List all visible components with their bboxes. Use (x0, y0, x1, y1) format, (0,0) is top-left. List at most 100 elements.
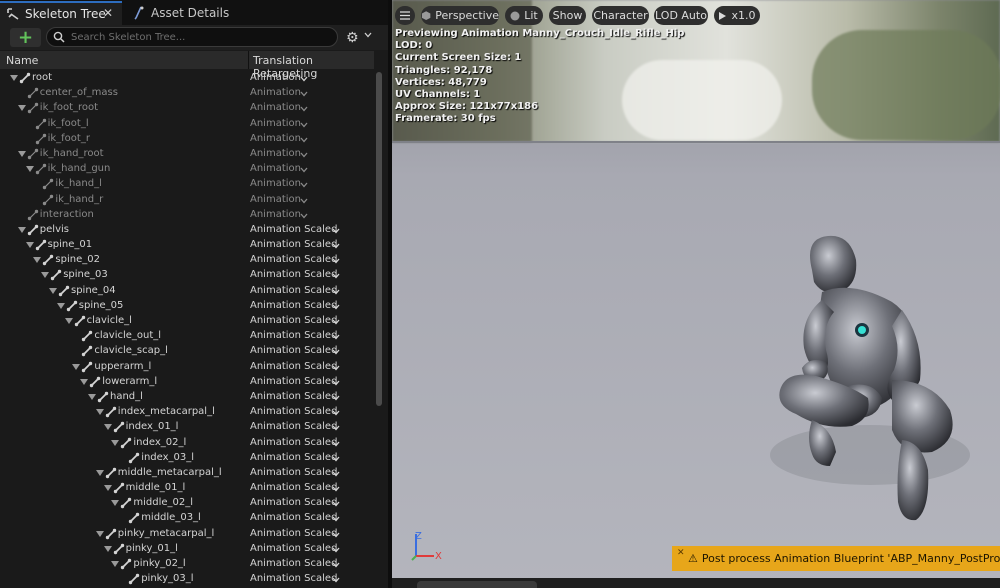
retargeting-dropdown[interactable]: Animation Scaled (250, 437, 337, 448)
chevron-down-icon[interactable] (300, 167, 308, 173)
chevron-down-icon[interactable] (300, 213, 308, 219)
add-button[interactable]: + (10, 28, 41, 47)
column-name-header[interactable]: Name (6, 54, 38, 67)
retargeting-dropdown[interactable]: Animation Scaled (250, 254, 337, 265)
tree-row[interactable]: pelvis Animation Scaled (0, 223, 374, 238)
playback-speed-button[interactable]: x1.0 (714, 6, 760, 25)
tree-row[interactable]: ik_foot_root Animation (0, 101, 374, 116)
column-divider[interactable] (248, 51, 249, 69)
expand-arrow-icon[interactable] (72, 363, 81, 370)
viewport[interactable]: Perspective Lit Show Character LOD Auto … (392, 0, 1000, 588)
chevron-down-icon[interactable] (332, 516, 340, 522)
chevron-down-icon[interactable] (300, 152, 308, 158)
expand-arrow-icon[interactable] (25, 166, 34, 173)
retargeting-dropdown[interactable]: Animation Scaled (250, 269, 337, 280)
retargeting-dropdown[interactable]: Animation (250, 72, 301, 83)
tree-row[interactable]: index_03_l Animation Scaled (0, 451, 374, 466)
tree-row[interactable]: middle_03_l Animation Scaled (0, 511, 374, 526)
expand-arrow-icon[interactable] (64, 318, 73, 324)
chevron-down-icon[interactable] (332, 471, 340, 477)
chevron-down-icon[interactable] (332, 425, 340, 431)
retargeting-dropdown[interactable]: Animation (250, 209, 301, 220)
expand-arrow-icon[interactable] (80, 378, 89, 385)
close-icon[interactable]: ✕ (677, 548, 685, 558)
chevron-down-icon[interactable] (332, 456, 340, 462)
tree-row[interactable]: middle_01_l Animation Scaled (0, 481, 374, 496)
retargeting-dropdown[interactable]: Animation (250, 178, 301, 189)
tree-row[interactable]: interaction Animation (0, 208, 374, 223)
tree-row[interactable]: clavicle_scap_l Animation Scaled (0, 344, 374, 359)
retargeting-dropdown[interactable]: Animation Scaled (250, 391, 337, 402)
tree-row[interactable]: spine_02 Animation Scaled (0, 253, 374, 268)
chevron-down-icon[interactable] (332, 486, 340, 492)
tree-row[interactable]: clavicle_l Animation Scaled (0, 314, 374, 329)
search-box[interactable] (46, 27, 338, 47)
tree-row[interactable]: center_of_mass Animation (0, 86, 374, 101)
expand-arrow-icon[interactable] (33, 257, 42, 264)
expand-arrow-icon[interactable] (10, 75, 18, 81)
chevron-down-icon[interactable] (300, 198, 308, 204)
scrollbar[interactable] (376, 72, 382, 406)
lod-button[interactable]: LOD Auto (654, 6, 708, 25)
retargeting-dropdown[interactable]: Animation Scaled (250, 467, 337, 478)
chevron-down-icon[interactable] (300, 106, 308, 112)
tree-row[interactable]: spine_04 Animation Scaled (0, 284, 374, 299)
chevron-down-icon[interactable] (364, 32, 372, 38)
retargeting-dropdown[interactable]: Animation Scaled (250, 285, 337, 296)
expand-arrow-icon[interactable] (25, 242, 34, 249)
tree-row[interactable]: pinky_01_l Animation Scaled (0, 542, 374, 557)
chevron-down-icon[interactable] (332, 380, 340, 386)
tree-row[interactable]: index_metacarpal_l Animation Scaled (0, 405, 374, 420)
retargeting-dropdown[interactable]: Animation Scaled (250, 406, 337, 417)
retargeting-dropdown[interactable]: Animation Scaled (250, 330, 337, 341)
retargeting-dropdown[interactable]: Animation (250, 133, 301, 144)
retargeting-dropdown[interactable]: Animation (250, 194, 301, 205)
gear-icon[interactable]: ⚙ (346, 30, 359, 46)
retargeting-dropdown[interactable]: Animation Scaled (250, 482, 337, 493)
warning-toast[interactable]: ✕ ⚠ Post process Animation Blueprint 'AB… (672, 546, 1000, 571)
expand-arrow-icon[interactable] (41, 272, 50, 279)
viewport-menu-button[interactable] (395, 6, 415, 25)
chevron-down-icon[interactable] (332, 562, 340, 568)
chevron-down-icon[interactable] (332, 501, 340, 507)
retargeting-dropdown[interactable]: Animation (250, 118, 301, 129)
chevron-down-icon[interactable] (332, 410, 340, 416)
expand-arrow-icon[interactable] (103, 545, 112, 552)
retargeting-dropdown[interactable]: Animation Scaled (250, 528, 337, 539)
chevron-down-icon[interactable] (332, 289, 340, 295)
retargeting-dropdown[interactable]: Animation Scaled (250, 224, 337, 235)
expand-arrow-icon[interactable] (95, 530, 104, 537)
expand-arrow-icon[interactable] (56, 302, 65, 309)
retargeting-dropdown[interactable]: Animation Scaled (250, 543, 337, 554)
tab-asset-details[interactable]: Asset Details (126, 1, 286, 25)
tree-row[interactable]: hand_l Animation Scaled (0, 390, 374, 405)
perspective-button[interactable]: Perspective (421, 6, 499, 25)
expand-arrow-icon[interactable] (49, 287, 57, 294)
retargeting-dropdown[interactable]: Animation Scaled (250, 315, 337, 326)
chevron-down-icon[interactable] (300, 122, 308, 128)
tree-row[interactable]: index_01_l Animation Scaled (0, 420, 374, 435)
retargeting-dropdown[interactable]: Animation (250, 148, 301, 159)
chevron-down-icon[interactable] (332, 273, 340, 279)
chevron-down-icon[interactable] (332, 228, 340, 234)
tree-row[interactable]: spine_05 Animation Scaled (0, 299, 374, 314)
tree-row[interactable]: upperarm_l Animation Scaled (0, 360, 374, 375)
expand-arrow-icon[interactable] (95, 409, 104, 416)
retargeting-dropdown[interactable]: Animation (250, 87, 301, 98)
chevron-down-icon[interactable] (332, 304, 340, 310)
tree-row[interactable]: pinky_02_l Animation Scaled (0, 557, 374, 572)
expand-arrow-icon[interactable] (111, 439, 120, 446)
retargeting-dropdown[interactable]: Animation Scaled (250, 512, 337, 523)
expand-arrow-icon[interactable] (111, 500, 120, 507)
close-icon[interactable]: ✕ (103, 6, 113, 20)
chevron-down-icon[interactable] (332, 334, 340, 340)
retargeting-dropdown[interactable]: Animation Scaled (250, 300, 337, 311)
tree-row[interactable]: ik_hand_gun Animation (0, 162, 374, 177)
tree-row[interactable]: ik_foot_l Animation (0, 117, 374, 132)
tree-row[interactable]: root Animation (0, 71, 374, 86)
expand-arrow-icon[interactable] (17, 226, 26, 233)
chevron-down-icon[interactable] (332, 395, 340, 401)
tree-row[interactable]: ik_hand_root Animation (0, 147, 374, 162)
tree-row[interactable]: spine_01 Animation Scaled (0, 238, 374, 253)
chevron-down-icon[interactable] (300, 76, 308, 82)
